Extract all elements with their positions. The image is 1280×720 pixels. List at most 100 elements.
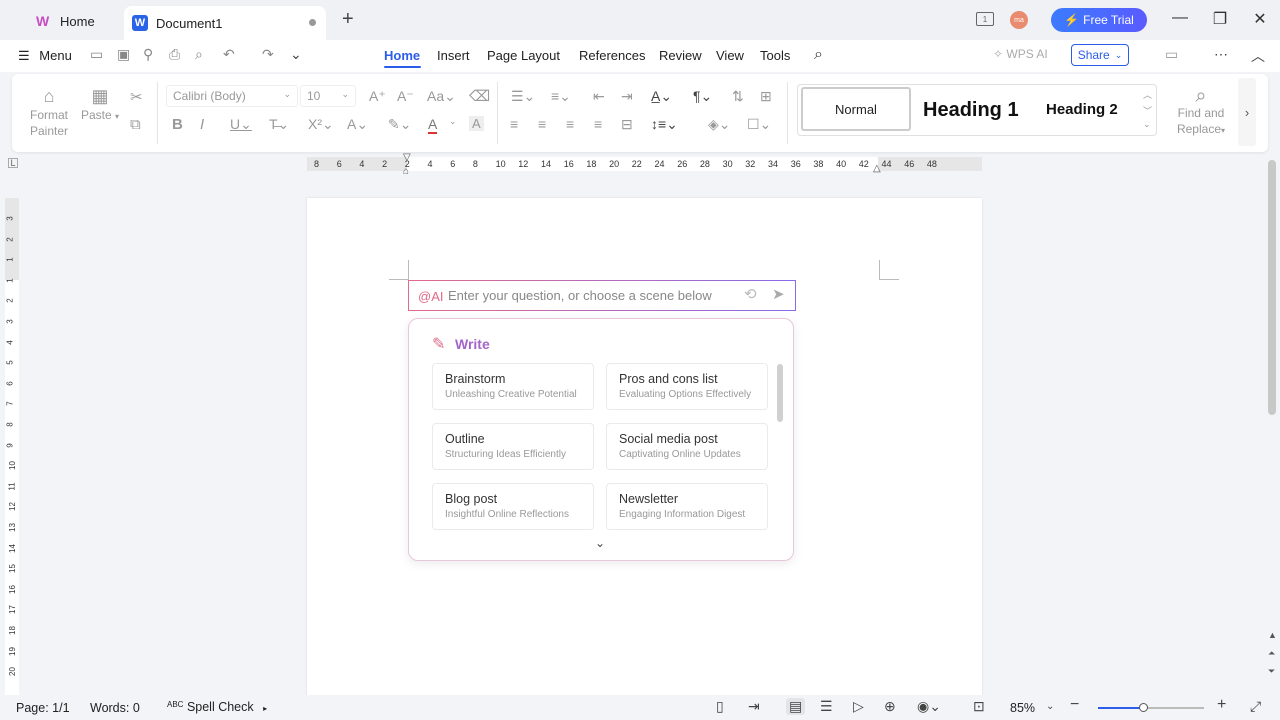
tab-document[interactable]: W Document1 [124,6,326,40]
print-preview-icon[interactable]: ⌕ [195,46,203,63]
text-direction-icon[interactable]: A̲⌄ [651,88,672,105]
redo-icon[interactable]: ↷ [262,46,274,63]
scene-card-outline[interactable]: Outline Structuring Ideas Efficiently [432,423,594,470]
outline-view-icon[interactable]: ☰ [820,698,833,715]
cast-icon[interactable]: 1 [976,12,994,26]
prev-page-icon[interactable]: ⏶ [1268,648,1275,659]
fit-page-icon[interactable]: ⊡ [973,698,985,715]
styles-expand-icon[interactable]: ⌄ [1143,119,1151,130]
shading-icon[interactable]: ◈⌄ [708,116,731,133]
comment-icon[interactable]: ▭ [1165,46,1178,63]
print-layout-icon[interactable]: ▤ [786,698,806,715]
change-case-icon[interactable]: Aa⌄ [427,88,456,105]
spell-check-button[interactable]: ABC Spell Check ▸ [167,700,267,714]
minimize-button[interactable]: — [1168,9,1192,27]
style-heading-1[interactable]: Heading 1 [923,99,1019,122]
scene-card-brainstorm[interactable]: Brainstorm Unleashing Creative Potential [432,363,594,410]
shrink-font-icon[interactable]: A⁻ [397,88,414,105]
highlight-icon[interactable]: ✎⌄ [388,116,411,133]
format-painter-button[interactable]: ⌂ Format Painter [28,87,70,139]
zoom-level[interactable]: 85% [1010,701,1035,715]
strikethrough-icon[interactable]: T̶⌄ [269,116,289,133]
restore-button[interactable]: ❐ [1208,9,1232,29]
font-name-select[interactable]: Calibri (Body) ⌄ [166,85,298,107]
history-icon[interactable]: ⟲ [744,285,757,303]
zoom-out-icon[interactable]: − [1070,696,1079,714]
page-count[interactable]: Page: 1/1 [16,701,70,715]
eye-icon[interactable]: ◉⌄ [917,698,941,715]
table-border-icon[interactable]: ⊞ [760,88,772,105]
style-normal[interactable]: Normal [801,87,911,131]
zoom-in-icon[interactable]: + [1217,696,1226,714]
styles-scroll-up-icon[interactable]: ︿ [1143,88,1152,101]
decrease-indent-icon[interactable]: ⇤ [593,88,605,105]
new-tab-button[interactable]: + [342,8,354,31]
line-spacing-icon[interactable]: ↕≡⌄ [651,116,678,133]
tab-review[interactable]: Review [659,48,702,63]
cut-icon[interactable]: ✂ [130,88,143,106]
italic-icon[interactable]: I [200,116,204,133]
bold-icon[interactable]: B [172,116,183,133]
first-line-indent-marker[interactable]: ▽ [403,152,411,163]
share-link-icon[interactable]: ⚲ [143,46,153,63]
style-heading-2[interactable]: Heading 2 [1046,101,1118,118]
left-indent-marker[interactable]: ⌂ [403,166,409,177]
clear-format-icon[interactable]: ⌫ [469,87,490,105]
scene-card-social-media[interactable]: Social media post Captivating Online Upd… [606,423,768,470]
ribbon-next-button[interactable]: › [1238,78,1256,146]
char-shading-icon[interactable]: A [469,116,484,131]
zoom-slider-knob[interactable] [1138,703,1148,712]
align-center-icon[interactable]: ≡ [538,116,546,132]
share-button[interactable]: Share ⌄ [1071,44,1129,66]
tab-view[interactable]: View [716,48,744,63]
copy-icon[interactable]: ⧉ [130,116,141,133]
scene-card-newsletter[interactable]: Newsletter Engaging Information Digest [606,483,768,530]
bullets-icon[interactable]: ☰⌄ [511,88,535,105]
tab-insert[interactable]: Insert [437,48,470,63]
styles-scroll-down-icon[interactable]: ﹀ [1143,104,1152,117]
font-size-select[interactable]: 10 ⌄ [300,85,356,107]
wps-ai-button[interactable]: ✧ WPS AI [993,47,1048,61]
tab-stop-selector[interactable]: L [8,158,18,168]
web-layout-icon[interactable]: ⊕ [884,698,896,715]
close-button[interactable]: ✕ [1248,9,1272,29]
scene-card-blog-post[interactable]: Blog post Insightful Online Reflections [432,483,594,530]
avatar[interactable]: ma [1010,11,1028,29]
next-page-icon[interactable]: ⏷ [1268,666,1275,677]
borders-icon[interactable]: ☐⌄ [747,116,771,133]
scene-card-pros-cons[interactable]: Pros and cons list Evaluating Options Ef… [606,363,768,410]
paragraph-mark-icon[interactable]: ¶⌄ [693,88,712,105]
grow-font-icon[interactable]: A⁺ [369,88,386,105]
paste-button[interactable]: ▦ Paste ▾ [80,87,120,125]
export-icon[interactable]: ⇥ [748,698,760,715]
tab-page-layout[interactable]: Page Layout [487,48,560,63]
collapse-ribbon-icon[interactable]: ︿ [1251,46,1265,66]
chevron-down-icon[interactable]: ⌄ [449,116,457,127]
tab-tools[interactable]: Tools [760,48,790,63]
open-icon[interactable]: ▭ [90,46,103,63]
align-right-icon[interactable]: ≡ [566,116,574,132]
distribute-icon[interactable]: ⊟ [621,116,633,133]
undo-icon[interactable]: ↶ [223,46,235,63]
sort-icon[interactable]: ⇅ [732,88,744,105]
chevron-down-icon[interactable]: ⌄ [1046,701,1054,712]
superscript-icon[interactable]: X²⌄ [308,116,334,133]
save-icon[interactable]: ▣ [117,46,130,63]
word-count[interactable]: Words: 0 [90,701,140,715]
page-mode-icon[interactable]: ▯ [716,698,724,715]
chevron-down-icon[interactable]: ⌄ [595,536,605,550]
justify-icon[interactable]: ≡ [594,116,602,132]
more-icon[interactable]: ⋯ [1214,46,1228,63]
ai-panel-scrollbar[interactable] [777,364,783,422]
free-trial-button[interactable]: ⚡ Free Trial [1051,8,1147,32]
menu-button[interactable]: ☰ Menu [18,48,72,64]
find-replace-button[interactable]: ⌕ Find and Replace▾ [1171,86,1231,139]
chevron-down-icon[interactable]: ⌄ [290,46,302,63]
unsaved-dot-icon[interactable] [309,19,316,26]
tab-home[interactable]: W Home [22,6,120,36]
underline-icon[interactable]: U⌄ [230,116,252,133]
align-left-icon[interactable]: ≡ [510,116,518,132]
search-icon[interactable]: ⌕ [814,46,823,64]
tab-home-ribbon[interactable]: Home [384,48,420,63]
play-icon[interactable]: ▷ [853,698,864,715]
